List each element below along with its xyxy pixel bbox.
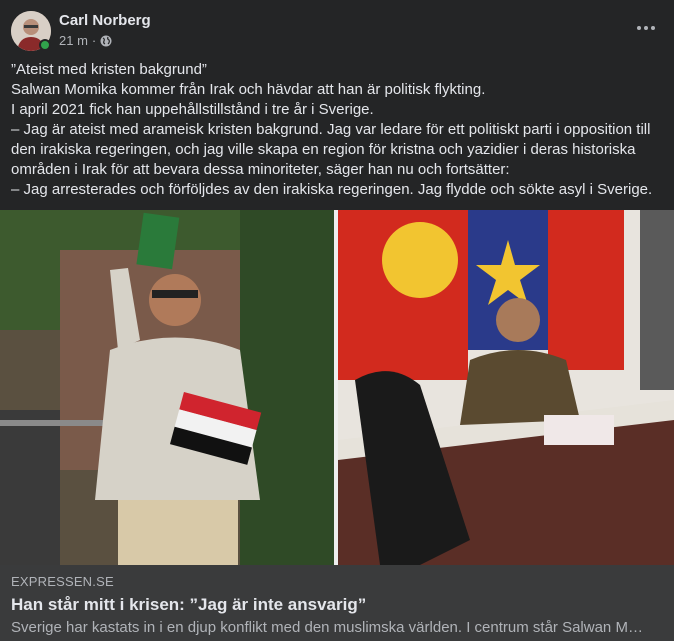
globe-icon[interactable]: [100, 35, 112, 47]
meta-separator: ·: [91, 33, 97, 48]
author-name[interactable]: Carl Norberg: [59, 12, 151, 29]
facebook-post: Carl Norberg 21 m · ”Ateist med kristen …: [0, 0, 674, 641]
link-preview-card[interactable]: EXPRESSEN.SE Han står mitt i krisen: ”Ja…: [0, 565, 674, 641]
right-photo: [338, 210, 674, 565]
more-dot: [637, 26, 641, 30]
post-timestamp[interactable]: 21 m: [59, 33, 88, 48]
post-header: Carl Norberg 21 m ·: [0, 0, 674, 58]
more-dot: [644, 26, 648, 30]
link-description: Sverige har kastats in i en djup konflik…: [11, 619, 651, 636]
online-status-indicator: [39, 39, 51, 51]
post-text: ”Ateist med kristen bakgrund” Salwan Mom…: [11, 60, 666, 200]
link-preview-image[interactable]: [0, 210, 674, 565]
more-dot: [651, 26, 655, 30]
link-title[interactable]: Han står mitt i krisen: ”Jag är inte ans…: [11, 595, 366, 615]
more-options-icon[interactable]: [632, 14, 660, 42]
post-text-line: – Jag arresterades och förföljdes av den…: [11, 181, 653, 198]
post-meta: 21 m ·: [59, 33, 112, 48]
post-text-line: Salwan Momika kommer från Irak och hävda…: [11, 81, 486, 98]
post-text-line: ”Ateist med kristen bakgrund”: [11, 61, 207, 78]
post-text-line: I april 2021 fick han uppehållstillstånd…: [11, 101, 374, 118]
post-text-line: – Jag är ateist med arameisk kristen bak…: [11, 121, 651, 178]
link-domain: EXPRESSEN.SE: [11, 574, 114, 589]
left-photo: [0, 210, 334, 565]
